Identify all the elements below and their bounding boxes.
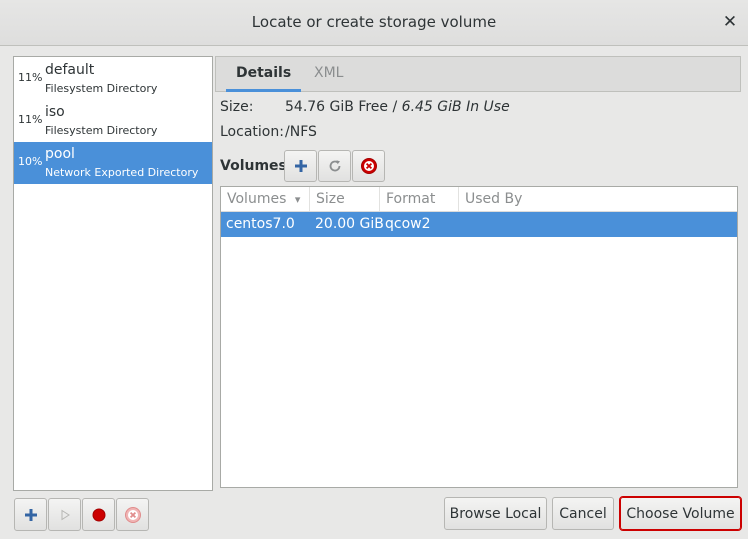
volumes-table[interactable]: Volumes ▾ Size Format Used By centos7.0 …: [220, 186, 738, 488]
pool-item-iso[interactable]: 11% iso Filesystem Directory: [14, 100, 212, 142]
tab-bar: Details XML: [215, 56, 741, 92]
pool-list[interactable]: 11% default Filesystem Directory 11% iso…: [13, 56, 213, 491]
column-header-size[interactable]: Size: [310, 187, 380, 211]
pool-details-notebook: Details XML Size: 54.76 GiB Free / 6.45 …: [215, 56, 741, 491]
refresh-volumes-button[interactable]: [318, 150, 351, 182]
add-volume-button[interactable]: [284, 150, 317, 182]
stop-icon: [92, 508, 105, 521]
pool-name: iso: [45, 104, 65, 120]
delete-icon: [124, 506, 141, 523]
location-label: Location:: [220, 124, 284, 140]
volume-name: centos7.0: [226, 216, 295, 232]
delete-volume-button[interactable]: [352, 150, 385, 182]
column-header-used-by[interactable]: Used By: [459, 187, 737, 211]
browse-local-button[interactable]: Browse Local: [444, 497, 547, 530]
volume-size: 20.00 GiB: [315, 216, 384, 232]
volumes-label: Volumes: [220, 158, 287, 174]
size-in-use: 6.45 GiB In Use: [401, 99, 510, 115]
column-header-format[interactable]: Format: [380, 187, 459, 211]
table-row[interactable]: centos7.0 20.00 GiB qcow2: [221, 212, 737, 237]
volume-format: qcow2: [385, 216, 431, 232]
delete-icon: [360, 158, 377, 174]
pool-type: Filesystem Directory: [45, 124, 158, 137]
delete-pool-button[interactable]: [116, 498, 149, 531]
tab-xml[interactable]: XML: [304, 57, 353, 92]
pool-usage: 11%: [18, 71, 43, 84]
start-pool-button[interactable]: [48, 498, 81, 531]
refresh-icon: [329, 160, 340, 172]
size-free: 54.76 GiB Free /: [285, 99, 402, 115]
pool-name: default: [45, 62, 95, 78]
pool-type: Filesystem Directory: [45, 82, 158, 95]
dialog-title: Locate or create storage volume: [251, 13, 497, 31]
size-label: Size:: [220, 99, 254, 115]
column-header-volumes[interactable]: Volumes ▾: [221, 187, 310, 211]
pool-type: Network Exported Directory: [45, 166, 199, 179]
volumes-table-header: Volumes ▾ Size Format Used By: [221, 187, 737, 212]
cancel-button[interactable]: Cancel: [552, 497, 614, 530]
pool-item-pool[interactable]: 10% pool Network Exported Directory: [14, 142, 212, 184]
pool-name: pool: [45, 146, 75, 162]
add-icon: [24, 508, 37, 521]
play-icon: [61, 509, 70, 520]
pool-item-default[interactable]: 11% default Filesystem Directory: [14, 58, 212, 100]
add-pool-button[interactable]: [14, 498, 47, 531]
tab-details[interactable]: Details: [226, 57, 302, 92]
location-value: /NFS: [285, 124, 317, 140]
stop-pool-button[interactable]: [82, 498, 115, 531]
size-value: 54.76 GiB Free / 6.45 GiB In Use: [285, 99, 510, 115]
add-icon: [294, 160, 307, 172]
choose-volume-button[interactable]: Choose Volume: [619, 496, 742, 531]
pool-usage: 10%: [18, 155, 43, 168]
dialog-titlebar: Locate or create storage volume ✕: [0, 0, 748, 46]
sort-desc-icon: ▾: [294, 193, 301, 206]
close-icon[interactable]: ✕: [720, 12, 740, 32]
pool-usage: 11%: [18, 113, 43, 126]
